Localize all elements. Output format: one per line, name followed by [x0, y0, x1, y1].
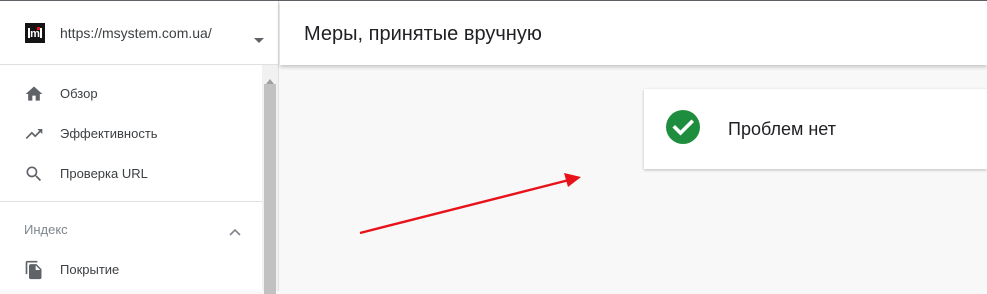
trending-up-icon: [24, 124, 44, 144]
sidebar-item-label: Обзор: [60, 86, 98, 101]
sidebar-item-label: Проверка URL: [60, 166, 148, 181]
copy-pages-icon: [24, 260, 44, 280]
search-icon: [24, 164, 44, 184]
status-card: Проблем нет: [644, 89, 987, 169]
sidebar-item-overview[interactable]: Обзор: [0, 74, 262, 114]
sidebar-item-label: Покрытие: [60, 262, 120, 277]
check-circle-icon: [666, 110, 700, 144]
chevron-up-icon: [229, 223, 241, 241]
red-arrow-icon: [359, 173, 581, 235]
sidebar-item-label: Эффективность: [60, 126, 158, 141]
scrollbar-thumb[interactable]: [264, 84, 276, 294]
sidebar-scrollbar[interactable]: [262, 65, 278, 294]
dropdown-caret-icon[interactable]: [254, 30, 264, 48]
sidebar-divider: [0, 201, 262, 202]
property-selector[interactable]: m https://msystem.com.ua/: [0, 1, 279, 65]
home-icon: [24, 84, 44, 104]
sidebar-item-performance[interactable]: Эффективность: [0, 114, 262, 154]
sidebar: m https://msystem.com.ua/ Обзор Эффектив…: [0, 1, 279, 294]
property-logo: m: [25, 23, 45, 43]
page-title: Меры, принятые вручную: [304, 23, 542, 45]
sidebar-item-url-inspection[interactable]: Проверка URL: [0, 154, 262, 194]
sidebar-section-index[interactable]: Индекс: [0, 209, 262, 249]
sidebar-item-coverage[interactable]: Покрытие: [0, 250, 262, 290]
property-url: https://msystem.com.ua/: [60, 25, 212, 41]
section-label: Индекс: [24, 222, 68, 237]
page-header: Меры, принятые вручную: [280, 1, 987, 65]
status-text: Проблем нет: [728, 119, 836, 139]
